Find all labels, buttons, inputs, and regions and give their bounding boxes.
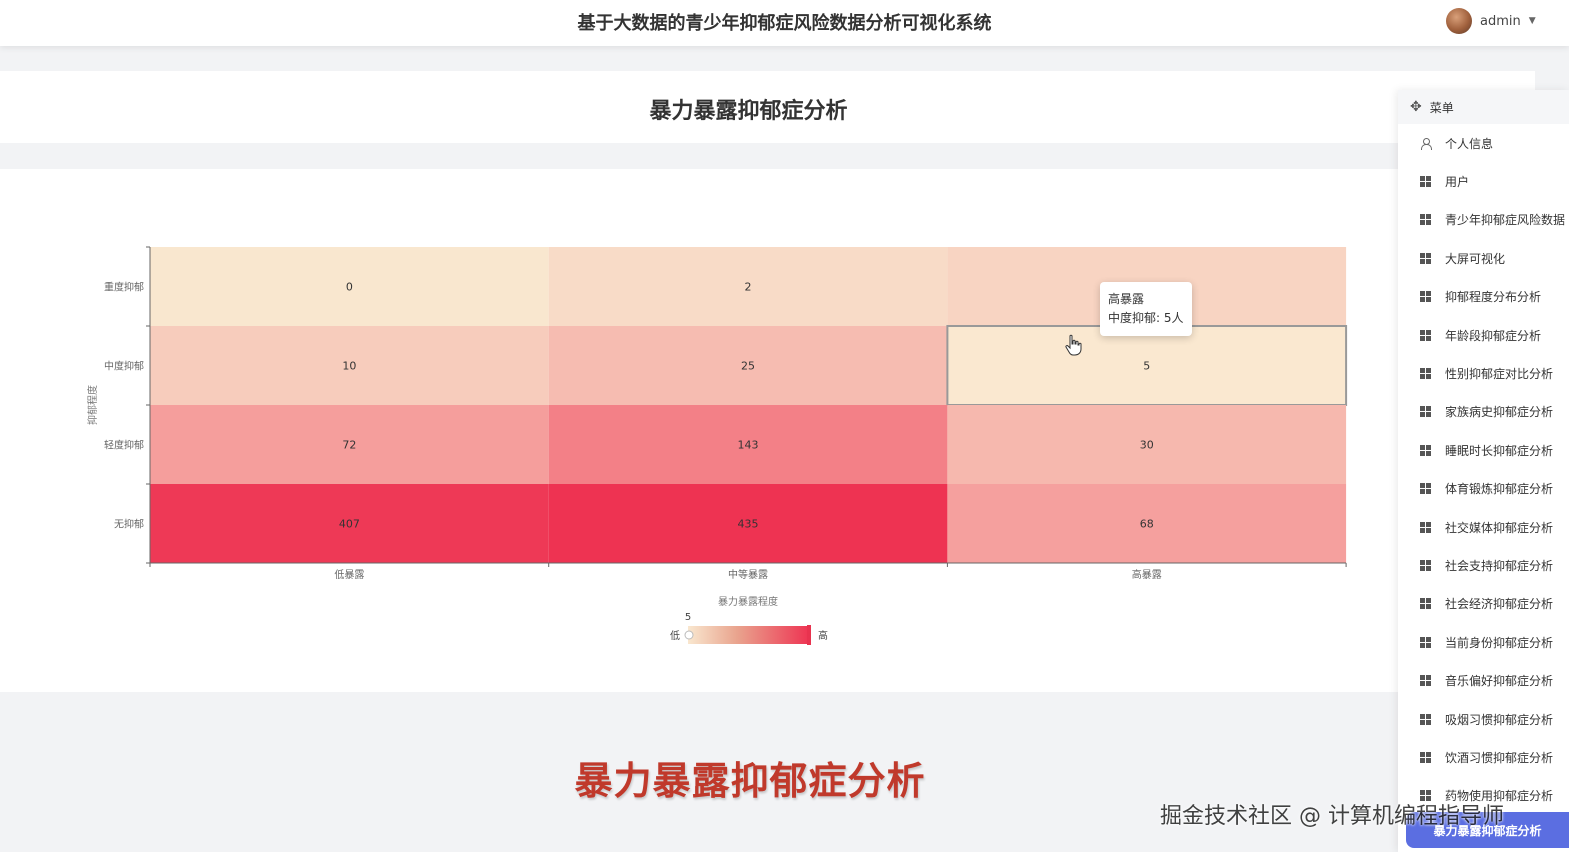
menu-item[interactable]: 吸烟习惯抑郁症分析 — [1398, 700, 1569, 738]
grid-icon — [1420, 598, 1431, 610]
menu-item[interactable]: 大屏可视化 — [1398, 239, 1569, 277]
menu-item[interactable]: 年龄段抑郁症分析 — [1398, 316, 1569, 354]
hand-cursor-icon — [1065, 334, 1082, 356]
menu-item[interactable]: 体育锻炼抑郁症分析 — [1398, 470, 1569, 508]
y-tick-label: 轻度抑郁 — [104, 439, 144, 452]
chart-card: 02510255721433040743568重度抑郁中度抑郁轻度抑郁无抑郁低暴… — [0, 169, 1535, 692]
y-tick-label: 无抑郁 — [114, 518, 144, 531]
x-tick-label: 中等暴露 — [728, 568, 768, 581]
tooltip-category: 高暴露 — [1108, 292, 1145, 306]
visual-map-min-value: 5 — [685, 612, 691, 623]
menu-item[interactable]: 当前身份抑郁症分析 — [1398, 623, 1569, 661]
app-title: 基于大数据的青少年抑郁症风险数据分析可视化系统 — [577, 13, 992, 34]
page-title: 暴力暴露抑郁症分析 — [649, 99, 848, 124]
visual-map-low-label: 低 — [670, 629, 680, 642]
cell-value-label: 10 — [342, 360, 356, 373]
user-avatar[interactable] — [1446, 8, 1472, 34]
grid-icon — [1420, 368, 1431, 380]
menu-item-label: 青少年抑郁症风险数据 — [1445, 213, 1566, 228]
bottom-banner-title: 暴力暴露抑郁症分析 — [574, 759, 926, 803]
menu-item-label: 音乐偏好抑郁症分析 — [1445, 674, 1554, 689]
menu-item-label: 饮酒习惯抑郁症分析 — [1445, 750, 1554, 765]
tooltip-value: 中度抑郁: 5人 — [1108, 311, 1184, 325]
grid-icon — [1420, 214, 1431, 226]
visual-map-handle-low[interactable] — [684, 630, 694, 640]
menu-item[interactable]: 睡眠时长抑郁症分析 — [1398, 431, 1569, 469]
cell-value-label: 72 — [342, 439, 356, 452]
cell-value-label: 143 — [738, 439, 759, 452]
menu-item-label: 体育锻炼抑郁症分析 — [1445, 482, 1554, 497]
menu-item[interactable]: 用户 — [1398, 162, 1569, 200]
menu-item-label: 睡眠时长抑郁症分析 — [1445, 443, 1554, 458]
caret-down-icon[interactable]: ▼ — [1529, 16, 1536, 26]
grid-icon — [1420, 252, 1431, 264]
menu-item[interactable]: 个人信息 — [1398, 124, 1569, 162]
cell-value-label: 0 — [346, 281, 353, 294]
y-tick-label: 中度抑郁 — [104, 360, 144, 373]
grid-icon — [1420, 291, 1431, 303]
menu-item-label: 性别抑郁症对比分析 — [1445, 367, 1554, 382]
grid-icon — [1420, 483, 1431, 495]
menu-item[interactable]: 社交媒体抑郁症分析 — [1398, 508, 1569, 546]
move-icon[interactable]: ✥ — [1410, 99, 1422, 115]
menu-item-label: 用户 — [1445, 175, 1470, 190]
menu-item[interactable]: 社会支持抑郁症分析 — [1398, 546, 1569, 584]
grid-icon — [1420, 636, 1431, 648]
menu-item-label: 抑郁程度分布分析 — [1445, 290, 1542, 305]
cell-value-label: 5 — [1143, 360, 1150, 373]
menu-item-label: 当前身份抑郁症分析 — [1445, 635, 1554, 650]
menu-header-label: 菜单 — [1429, 100, 1454, 115]
menu-item[interactable]: 社会经济抑郁症分析 — [1398, 585, 1569, 623]
cell-value-label: 25 — [741, 360, 755, 373]
menu-item-label: 社交媒体抑郁症分析 — [1445, 520, 1554, 535]
menu-list: 个人信息用户青少年抑郁症风险数据 大屏可视化抑郁程度分布分析 年龄段抑郁症分析 性别抑… — [1398, 124, 1569, 815]
y-axis-title: 抑郁程度 — [86, 385, 99, 425]
grid-icon — [1420, 406, 1431, 418]
menu-item[interactable]: 饮酒习惯抑郁症分析 — [1398, 738, 1569, 776]
visual-map-bar[interactable] — [688, 626, 810, 644]
cell-value-label: 30 — [1140, 439, 1154, 452]
heatmap-chart[interactable]: 02510255721433040743568重度抑郁中度抑郁轻度抑郁无抑郁低暴… — [0, 169, 1535, 692]
menu-item-label: 年龄段抑郁症分析 — [1445, 328, 1542, 343]
user-menu[interactable]: admin ▼ — [1446, 6, 1536, 36]
menu-header[interactable]: ✥ 菜单 — [1398, 90, 1569, 124]
menu-item-label: 大屏可视化 — [1445, 251, 1506, 266]
cell-value-label: 2 — [745, 281, 752, 294]
visual-map-high-label: 高 — [818, 629, 828, 642]
menu-item-label: 家族病史抑郁症分析 — [1445, 405, 1554, 420]
menu-item[interactable]: 音乐偏好抑郁症分析 — [1398, 661, 1569, 699]
x-tick-label: 高暴露 — [1132, 568, 1162, 581]
cell-value-label: 407 — [339, 518, 360, 531]
menu-item[interactable]: 抑郁程度分布分析 — [1398, 278, 1569, 316]
user-name[interactable]: admin — [1480, 14, 1521, 29]
x-axis-title: 暴力暴露程度 — [718, 595, 778, 608]
grid-icon — [1420, 713, 1431, 725]
x-tick-label: 低暴露 — [334, 568, 364, 581]
floating-side-menu: ✥ 菜单 个人信息用户青少年抑郁症风险数据 大屏可视化抑郁程度分布分析 年龄段抑郁症… — [1398, 90, 1569, 852]
visual-map-handle-high[interactable] — [807, 625, 811, 645]
grid-icon — [1420, 675, 1431, 687]
menu-item[interactable]: 性别抑郁症对比分析 — [1398, 354, 1569, 392]
grid-icon — [1420, 751, 1431, 763]
person-icon — [1420, 137, 1432, 150]
menu-item-label: 吸烟习惯抑郁症分析 — [1445, 712, 1554, 727]
grid-icon — [1420, 559, 1431, 571]
menu-item[interactable]: 家族病史抑郁症分析 — [1398, 393, 1569, 431]
watermark: 掘金技术社区 @ 计算机编程指导师 — [1160, 804, 1504, 829]
grid-icon — [1420, 444, 1431, 456]
menu-item-label: 社会经济抑郁症分析 — [1445, 597, 1554, 612]
menu-item[interactable]: 青少年抑郁症风险数据 — [1398, 201, 1569, 239]
cell-value-label: 435 — [738, 518, 759, 531]
title-card: 暴力暴露抑郁症分析 — [0, 71, 1535, 143]
grid-icon — [1420, 176, 1431, 188]
chart-tooltip: 高暴露 中度抑郁: 5人 — [1100, 282, 1192, 336]
y-tick-label: 重度抑郁 — [104, 281, 144, 294]
grid-icon — [1420, 329, 1431, 341]
menu-item-label: 个人信息 — [1445, 136, 1494, 151]
menu-item-label: 社会支持抑郁症分析 — [1445, 558, 1554, 573]
top-header: 基于大数据的青少年抑郁症风险数据分析可视化系统 admin ▼ — [0, 0, 1569, 46]
cell-value-label: 68 — [1140, 518, 1154, 531]
grid-icon — [1420, 521, 1431, 533]
